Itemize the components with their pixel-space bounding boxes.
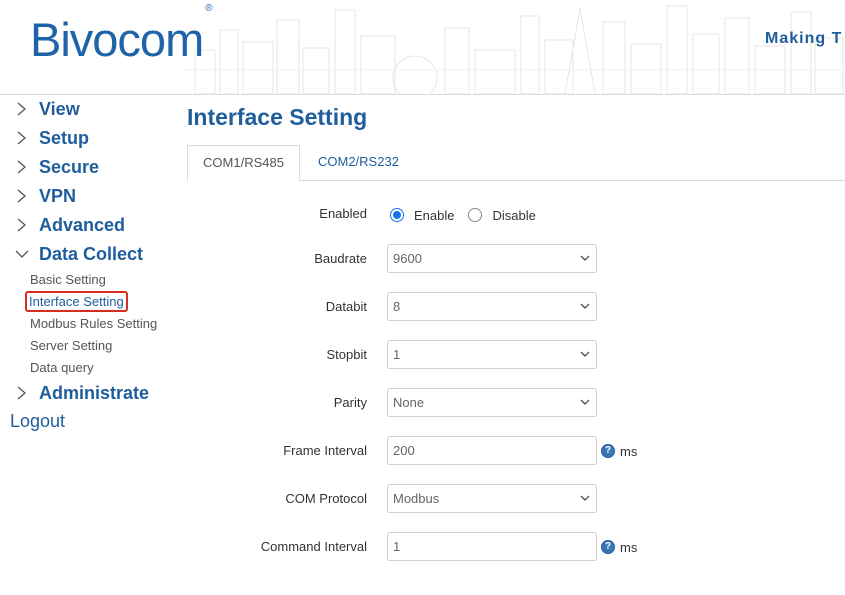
subitem-data-query[interactable]: Data query xyxy=(30,360,94,375)
chevron-down-icon xyxy=(580,303,590,309)
enabled-radio-group: Enable Disable xyxy=(390,205,550,225)
sidebar-item-setup[interactable]: Setup xyxy=(14,125,89,151)
logo-text: Bivocom xyxy=(30,13,204,66)
chevron-right-icon xyxy=(17,102,26,116)
subitem-basic-setting[interactable]: Basic Setting xyxy=(30,272,106,287)
city-skyline-decoration xyxy=(185,5,845,94)
parity-select[interactable]: None xyxy=(387,388,597,417)
com-protocol-value: Modbus xyxy=(393,491,440,506)
parity-value: None xyxy=(393,395,425,410)
registered-mark: ® xyxy=(205,3,212,15)
page-header: Bivocom® Making T xyxy=(0,0,845,94)
command-interval-input[interactable]: 1 xyxy=(387,532,597,561)
page-title: Interface Setting xyxy=(187,104,368,130)
sidebar-item-label: Administrate xyxy=(39,382,150,403)
stopbit-value: 1 xyxy=(393,347,401,362)
enable-radio[interactable] xyxy=(390,208,404,222)
sidebar-item-label: Data Collect xyxy=(39,243,144,264)
logout-link[interactable]: Logout xyxy=(10,411,65,432)
databit-value: 8 xyxy=(393,299,401,314)
subitem-interface-setting[interactable]: Interface Setting xyxy=(25,291,128,312)
baudrate-select[interactable]: 9600 xyxy=(387,244,597,273)
sidebar-item-vpn[interactable]: VPN xyxy=(14,183,76,209)
tab-com1-rs485[interactable]: COM1/RS485 xyxy=(187,145,300,182)
chevron-right-icon xyxy=(17,131,26,145)
help-icon[interactable] xyxy=(601,444,615,458)
command-interval-label: Command Interval xyxy=(260,539,367,554)
frame-interval-label: Frame Interval xyxy=(283,443,367,458)
sidebar-item-label: VPN xyxy=(39,185,77,206)
com-protocol-select[interactable]: Modbus xyxy=(387,484,597,513)
stopbit-select[interactable]: 1 xyxy=(387,340,597,369)
tab-com2-rs232[interactable]: COM2/RS232 xyxy=(303,145,414,181)
sidebar-item-label: Setup xyxy=(39,127,90,148)
header-divider xyxy=(0,94,845,95)
command-interval-unit: ms xyxy=(620,540,638,555)
chevron-right-icon xyxy=(17,189,26,203)
disable-radio[interactable] xyxy=(468,208,483,222)
disable-radio-label: Disable xyxy=(492,207,536,223)
chevron-right-icon xyxy=(17,218,26,232)
chevron-down-icon xyxy=(580,399,590,405)
enable-radio-label: Enable xyxy=(414,207,455,223)
baudrate-value: 9600 xyxy=(393,251,422,266)
stopbit-label: Stopbit xyxy=(326,347,367,362)
frame-interval-unit: ms xyxy=(620,444,638,459)
chevron-down-icon xyxy=(580,495,590,501)
help-icon[interactable] xyxy=(601,540,615,554)
baudrate-label: Baudrate xyxy=(314,251,367,266)
com-protocol-label: COM Protocol xyxy=(285,491,367,506)
chevron-down-icon xyxy=(15,250,29,258)
sidebar-item-view[interactable]: View xyxy=(14,96,80,122)
chevron-down-icon xyxy=(580,351,590,357)
frame-interval-input[interactable]: 200 xyxy=(387,436,597,465)
enabled-label: Enabled xyxy=(319,206,367,221)
chevron-right-icon xyxy=(17,160,26,174)
sidebar-item-administrate[interactable]: Administrate xyxy=(14,380,149,406)
sidebar-item-label: Advanced xyxy=(39,214,126,235)
sidebar-item-label: Secure xyxy=(39,156,100,177)
databit-select[interactable]: 8 xyxy=(387,292,597,321)
chevron-down-icon xyxy=(580,255,590,261)
interface-tabs: COM1/RS485 COM2/RS232 xyxy=(187,145,845,182)
parity-label: Parity xyxy=(333,395,367,410)
subitem-server-setting[interactable]: Server Setting xyxy=(30,338,112,353)
bivocom-logo: Bivocom® xyxy=(30,3,213,67)
sidebar-item-label: View xyxy=(39,98,80,119)
databit-label: Databit xyxy=(325,299,367,314)
sidebar-item-advanced[interactable]: Advanced xyxy=(14,212,125,238)
header-tagline: Making T xyxy=(765,30,843,47)
sidebar-item-secure[interactable]: Secure xyxy=(14,154,99,180)
sidebar-item-data-collect[interactable]: Data Collect xyxy=(14,241,143,267)
subitem-modbus-rules-setting[interactable]: Modbus Rules Setting xyxy=(30,316,157,331)
chevron-right-icon xyxy=(17,386,26,400)
